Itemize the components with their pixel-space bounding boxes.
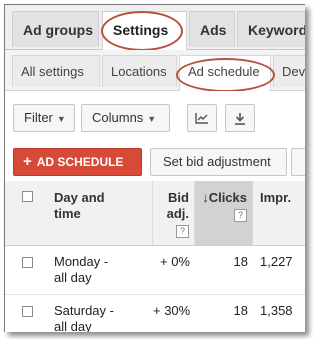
header-bid-line1: Bid bbox=[168, 190, 189, 205]
columns-button[interactable]: Columns ▼ bbox=[81, 104, 170, 132]
plus-icon: + bbox=[23, 153, 32, 170]
tab-label: Settings bbox=[113, 22, 169, 38]
more-button[interactable] bbox=[291, 148, 305, 176]
top-tab-bar: Ad groups Settings Ads Keywords bbox=[5, 5, 305, 51]
cell-bid-adj[interactable]: + 30% bbox=[153, 303, 190, 319]
header-impr[interactable]: Impr. bbox=[253, 181, 305, 245]
tab-settings[interactable]: Settings bbox=[102, 11, 187, 50]
set-bid-adjustment-button[interactable]: Set bid adjustment bbox=[150, 148, 287, 176]
subtab-all-settings[interactable]: All settings bbox=[12, 55, 100, 87]
header-clicks-line: ↓Clicks bbox=[195, 190, 247, 206]
tab-keywords[interactable]: Keywords bbox=[237, 11, 305, 47]
settings-sub-tab-bar: All settings Locations Ad schedule Devic… bbox=[5, 50, 305, 92]
add-ad-schedule-button[interactable]: + AD SCHEDULE bbox=[13, 148, 142, 176]
cell-day-time[interactable]: Monday - all day bbox=[54, 254, 108, 286]
tab-label: Ad groups bbox=[23, 22, 93, 38]
cell-day-line1: Monday - bbox=[54, 254, 109, 269]
tab-label: Ads bbox=[200, 22, 227, 38]
tab-ads[interactable]: Ads bbox=[189, 11, 235, 47]
header-select-cell bbox=[5, 181, 47, 245]
toolbar: Filter ▼ Columns ▼ bbox=[5, 91, 305, 143]
cell-impr: 1,358 bbox=[260, 303, 293, 318]
header-bid-line2: adj. ? bbox=[153, 206, 189, 238]
cell-day-line2: all day bbox=[54, 319, 92, 332]
header-clicks-text: Clicks bbox=[208, 190, 247, 205]
download-button[interactable] bbox=[225, 104, 255, 132]
cell-bid-adj[interactable]: + 0% bbox=[153, 254, 190, 270]
table-row: Saturday - all day + 30% 18 1,358 bbox=[5, 295, 305, 332]
subtab-devices[interactable]: Devices bbox=[273, 55, 305, 87]
ad-schedule-table: Day and time Bid adj. ? ↓Clicks ? Impr. … bbox=[5, 181, 305, 332]
cell-day-line1: Saturday - bbox=[54, 303, 114, 318]
header-impr-text: Impr. bbox=[260, 190, 292, 205]
header-day-line1: Day and bbox=[54, 190, 105, 205]
subtab-label: Ad schedule bbox=[188, 64, 260, 79]
subtab-label: Locations bbox=[111, 64, 167, 79]
cell-impr: 1,227 bbox=[260, 254, 293, 269]
caret-down-icon: ▼ bbox=[56, 114, 66, 124]
row-checkbox[interactable] bbox=[22, 306, 33, 317]
line-chart-icon bbox=[195, 113, 208, 124]
caret-down-icon: ▼ bbox=[147, 114, 157, 124]
cell-day-time[interactable]: Saturday - all day bbox=[54, 303, 114, 332]
columns-label: Columns bbox=[92, 110, 144, 125]
row-checkbox[interactable] bbox=[22, 257, 33, 268]
subtab-ad-schedule[interactable]: Ad schedule bbox=[179, 55, 271, 91]
table-header: Day and time Bid adj. ? ↓Clicks ? Impr. bbox=[5, 181, 305, 246]
subtab-label: Devices bbox=[282, 64, 305, 79]
subtab-label: All settings bbox=[21, 64, 84, 79]
select-all-checkbox[interactable] bbox=[22, 191, 33, 202]
screenshot-frame: Ad groups Settings Ads Keywords All sett… bbox=[4, 4, 305, 332]
add-schedule-label: AD SCHEDULE bbox=[36, 155, 124, 169]
cell-day-line2: all day bbox=[54, 270, 92, 285]
help-icon[interactable]: ? bbox=[234, 209, 247, 222]
header-clicks-sorted[interactable]: ↓Clicks ? bbox=[195, 181, 253, 245]
help-icon[interactable]: ? bbox=[176, 225, 189, 238]
header-day-line2: time bbox=[54, 206, 81, 221]
download-icon bbox=[235, 113, 245, 125]
header-bid-adj-text: adj. bbox=[166, 206, 189, 221]
cell-clicks: 18 bbox=[233, 254, 248, 269]
chart-button[interactable] bbox=[187, 104, 217, 132]
filter-button[interactable]: Filter ▼ bbox=[13, 104, 75, 132]
header-clicks-help-line: ? bbox=[195, 206, 247, 222]
filter-label: Filter bbox=[24, 110, 53, 125]
tab-ad-groups[interactable]: Ad groups bbox=[12, 11, 99, 47]
table-row: Monday - all day + 0% 18 1,227 bbox=[5, 246, 305, 295]
header-bid-adj[interactable]: Bid adj. ? bbox=[153, 181, 195, 245]
cell-clicks: 18 bbox=[233, 303, 248, 318]
subtab-locations[interactable]: Locations bbox=[102, 55, 177, 87]
set-bid-label: Set bid adjustment bbox=[163, 154, 271, 169]
tab-label: Keywords bbox=[248, 22, 305, 38]
action-row: + AD SCHEDULE Set bid adjustment bbox=[5, 144, 305, 180]
header-day-and-time[interactable]: Day and time bbox=[47, 181, 153, 245]
